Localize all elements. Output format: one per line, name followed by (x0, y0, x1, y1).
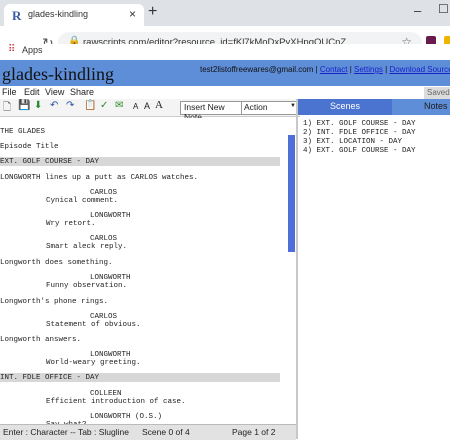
script-line-dialog[interactable]: Funny observation. (46, 282, 127, 290)
saved-status-button[interactable]: Saved (424, 87, 450, 99)
document-title: glades-kindling (2, 64, 114, 84)
menu-edit[interactable]: Edit (24, 87, 40, 97)
scene-item[interactable]: 1) EXT. GOLF COURSE - DAY (303, 120, 416, 128)
status-bar: Enter : Character -- Tab : Slugline Scen… (0, 424, 296, 440)
script-line-character[interactable]: LONGWORTH (O.S.) (90, 413, 162, 421)
new-document-icon[interactable]: 🗋 (3, 100, 11, 117)
menu-share[interactable]: Share (70, 87, 94, 97)
script-line-dialog[interactable]: Wry retort. (46, 220, 96, 228)
script-line-action[interactable]: Longworth does something. (0, 259, 113, 267)
undo-icon[interactable]: ↶ (50, 100, 58, 111)
menu-view[interactable]: View (45, 87, 64, 97)
email-icon[interactable]: ✉ (115, 100, 123, 111)
format-select[interactable]: Action ▼ (241, 101, 299, 115)
tab-scenes[interactable]: Scenes (298, 99, 392, 115)
insert-new-note-button[interactable]: Insert New Note (180, 101, 242, 122)
user-email: test2listoffreewares@gmail.com (200, 65, 314, 74)
download-source-link[interactable]: Download Source (389, 65, 450, 74)
new-tab-icon[interactable]: + (148, 3, 157, 21)
script-line-character[interactable]: CARLOS (90, 313, 117, 321)
download-icon[interactable]: ⬇ (34, 100, 42, 111)
panel-divider (296, 99, 298, 439)
clipboard-icon[interactable]: 📋 (84, 100, 96, 111)
page-counter: Page 1 of 2 (232, 427, 276, 437)
font-smaller-icon[interactable]: A (133, 102, 138, 111)
script-line-slug[interactable]: INT. FDLE OFFICE - DAY (0, 374, 99, 382)
browser-tab-title: glades-kindling (28, 9, 89, 19)
script-line-dialog[interactable]: Smart aleck reply. (46, 243, 127, 251)
scene-item[interactable]: 4) EXT. GOLF COURSE - DAY (303, 147, 416, 155)
scrollbar[interactable] (288, 135, 295, 252)
scene-item[interactable]: 3) EXT. LOCATION - DAY (303, 138, 402, 146)
script-line-text[interactable]: Episode Title (0, 143, 59, 151)
script-line-action[interactable]: LONGWORTH lines up a putt as CARLOS watc… (0, 174, 198, 182)
scene-item[interactable]: 2) INT. FDLE OFFICE - DAY (303, 129, 416, 137)
script-line-character[interactable]: CARLOS (90, 189, 117, 197)
font-larger-icon[interactable]: A (155, 99, 163, 111)
script-line-action[interactable]: Longworth's phone rings. (0, 298, 108, 306)
header-links: test2listoffreewares@gmail.com | Contact… (200, 65, 450, 74)
tab-notes[interactable]: Notes (392, 99, 450, 115)
contact-link[interactable]: Contact (320, 65, 348, 74)
script-line-character[interactable]: LONGWORTH (90, 274, 131, 282)
script-line-character[interactable]: COLLEEN (90, 390, 122, 398)
bookmarks-bar: ⠿ Apps (0, 44, 450, 58)
menu-file[interactable]: File (2, 87, 17, 97)
minimize-icon[interactable]: – (414, 3, 421, 18)
script-line-character[interactable]: LONGWORTH (90, 212, 131, 220)
font-normal-icon[interactable]: A (144, 101, 150, 111)
script-line-dialog[interactable]: Statement of obvious. (46, 321, 141, 329)
favicon-icon: R (12, 8, 22, 23)
maximize-icon[interactable]: ☐ (438, 2, 449, 16)
save-icon[interactable]: 💾 (18, 100, 30, 111)
bookmark-apps[interactable]: Apps (22, 45, 43, 55)
scene-counter: Scene 0 of 4 (142, 427, 190, 437)
script-line-dialog[interactable]: Cynical comment. (46, 197, 118, 205)
browser-tab[interactable]: R glades-kindling × (4, 4, 144, 26)
keyboard-hint: Enter : Character -- Tab : Slugline (3, 427, 129, 437)
script-line-character[interactable]: LONGWORTH (90, 351, 131, 359)
script-line-action[interactable]: Longworth answers. (0, 336, 81, 344)
script-editor[interactable]: THE GLADES Episode Title EXT. GOLF COURSE … (0, 118, 296, 424)
redo-icon[interactable]: ↷ (66, 100, 74, 111)
script-line-character[interactable]: CARLOS (90, 235, 117, 243)
apps-grid-icon[interactable]: ⠿ (8, 44, 15, 55)
close-tab-icon[interactable]: × (129, 7, 136, 21)
script-line-dialog[interactable]: Efficient introduction of case. (46, 398, 186, 406)
app-header: glades-kindling test2listoffreewares@gma… (0, 60, 450, 86)
settings-link[interactable]: Settings (354, 65, 383, 74)
script-line-text[interactable]: THE GLADES (0, 128, 45, 136)
spellcheck-icon[interactable]: ✓ (100, 100, 108, 111)
script-line-dialog[interactable]: World-weary greeting. (46, 359, 141, 367)
script-line-slug[interactable]: EXT. GOLF COURSE - DAY (0, 158, 99, 166)
menu-bar: File Edit View Share (0, 86, 450, 100)
